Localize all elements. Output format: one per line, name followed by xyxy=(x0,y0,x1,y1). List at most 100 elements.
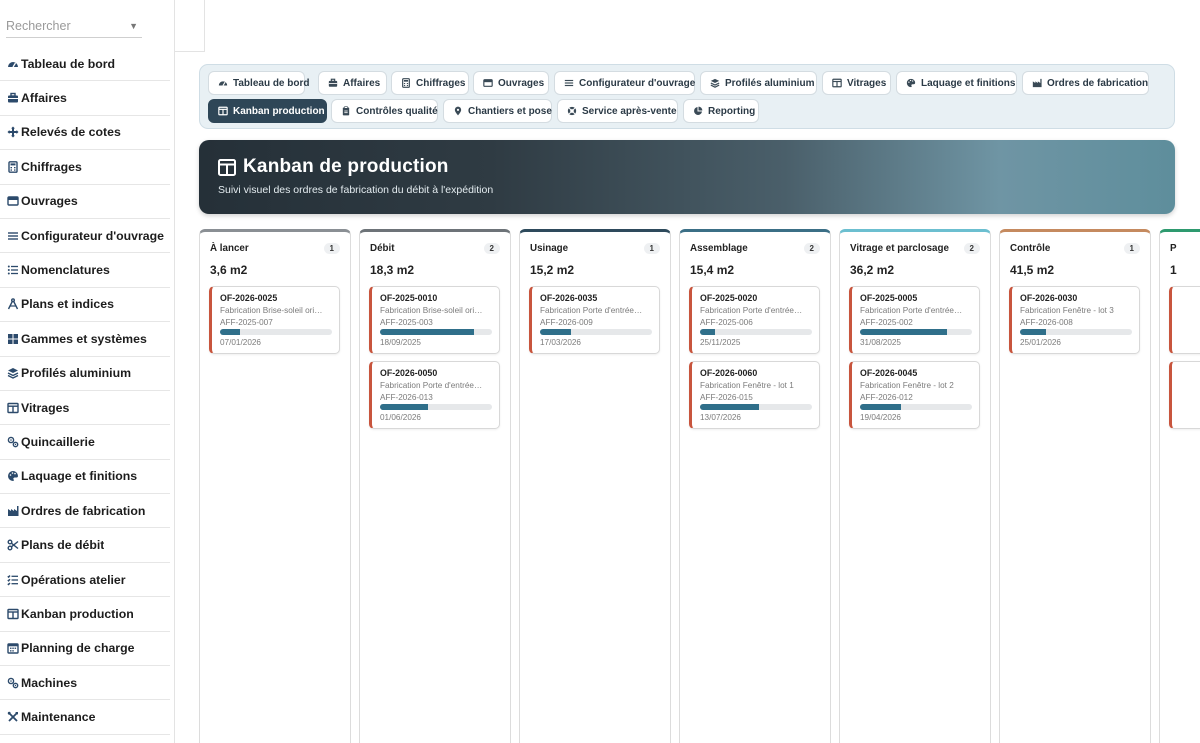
nav-chip-label: Ordres de fabrication xyxy=(1047,77,1149,89)
progress-bar-fill xyxy=(220,329,241,335)
sliders-icon xyxy=(7,231,18,240)
sidebar-item-label: Quincaillerie xyxy=(21,434,95,449)
affaire-reference: AFF-2026-015 xyxy=(700,393,753,402)
sidebar-item-releves-de-cotes[interactable]: Relevés de cotes xyxy=(0,116,170,151)
page-subtitle: Suivi visuel des ordres de fabrication d… xyxy=(218,184,494,196)
gears-icon xyxy=(7,677,18,689)
production-order-card[interactable]: OF-2026-0025 Fabrication Brise-soleil or… xyxy=(209,286,340,354)
production-order-card[interactable] xyxy=(1169,361,1200,429)
nav-chip-ouvrages[interactable]: Ouvrages xyxy=(473,71,549,95)
sidebar-item-label: Plans de débit xyxy=(21,538,105,553)
nav-chip-configurateur-d-ouvrage[interactable]: Configurateur d'ouvrage xyxy=(554,71,695,95)
app-root: Rechercher ▼ Tableau de bord Affaires Re… xyxy=(0,0,1200,743)
nav-chip-chantiers-et-pose[interactable]: Chantiers et pose xyxy=(443,99,552,123)
production-order-card[interactable]: OF-2025-0010 Fabrication Brise-soleil or… xyxy=(369,286,500,354)
column-title: P xyxy=(1170,243,1177,254)
sidebar-item-chiffrages[interactable]: Chiffrages xyxy=(0,150,170,185)
production-order-card[interactable]: OF-2025-0005 Fabrication Porte d'entrée … xyxy=(849,286,980,354)
gauge-icon xyxy=(6,57,19,70)
production-order-card[interactable]: OF-2026-0045 Fabrication Fenêtre - lot 2… xyxy=(849,361,980,429)
progress-bar-fill xyxy=(1020,329,1046,335)
column-count-badge: 1 xyxy=(643,243,660,254)
sidebar-item-planning-de-charge[interactable]: Planning de charge xyxy=(0,632,170,667)
sidebar-item-laquage-et-finitions[interactable]: Laquage et finitions xyxy=(0,460,170,495)
kanban-board: À lancer 1 3,6 m2 OF-2026-0025 Fabricati… xyxy=(199,229,1200,743)
nav-chip-label: Contrôles qualité xyxy=(356,105,438,117)
column-header: À lancer 1 xyxy=(210,243,340,254)
calendar-icon xyxy=(6,643,19,655)
nav-chip-reporting[interactable]: Reporting xyxy=(683,99,759,123)
sidebar-item-label: Profilés aluminium xyxy=(21,366,132,381)
tools-icon xyxy=(7,711,18,722)
nav-chip-ordres-de-fabrication[interactable]: Ordres de fabrication xyxy=(1022,71,1149,95)
kanban-column: Contrôle 1 41,5 m2 OF-2026-0030 Fabricat… xyxy=(999,229,1151,743)
nav-chip-laquage-et-finitions[interactable]: Laquage et finitions xyxy=(896,71,1017,95)
sidebar-item-configurateur-d-ouvrage[interactable]: Configurateur d'ouvrage xyxy=(0,219,170,254)
kanban-column: Vitrage et parclosage 2 36,2 m2 OF-2025-… xyxy=(839,229,991,743)
column-area-total: 36,2 m2 xyxy=(850,263,895,277)
nav-chip-tableau-de-bord[interactable]: Tableau de bord xyxy=(208,71,310,95)
sliders-icon xyxy=(6,229,19,242)
sidebar-item-quincaillerie[interactable]: Quincaillerie xyxy=(0,425,170,460)
sidebar-item-ordres-de-fabrication[interactable]: Ordres de fabrication xyxy=(0,494,170,529)
sidebar-item-machines[interactable]: Machines xyxy=(0,666,170,701)
affaire-reference: AFF-2025-002 xyxy=(860,318,913,327)
column-title: Usinage xyxy=(530,243,569,254)
production-order-card[interactable]: OF-2026-0035 Fabrication Porte d'entrée … xyxy=(529,286,660,354)
due-date: 25/11/2025 xyxy=(700,338,741,347)
nav-chip-kanban-production[interactable]: Kanban production xyxy=(208,99,327,123)
sidebar-item-label: Ordres de fabrication xyxy=(21,503,146,518)
sidebar-item-vitrages[interactable]: Vitrages xyxy=(0,391,170,426)
nav-chip-label: Vitrages xyxy=(847,77,887,89)
lifebuoy-icon xyxy=(567,106,577,116)
order-reference: OF-2025-0010 xyxy=(380,293,438,303)
progress-bar-fill xyxy=(380,329,475,335)
progress-bar xyxy=(1020,329,1132,335)
kanban-icon xyxy=(6,607,19,620)
production-order-card[interactable]: OF-2026-0030 Fabrication Fenêtre - lot 3… xyxy=(1009,286,1140,354)
sidebar-item-plans-de-debit[interactable]: Plans de débit xyxy=(0,528,170,563)
nav-chip-service-apres-vente[interactable]: Service après-vente xyxy=(557,99,678,123)
production-order-card[interactable] xyxy=(1169,286,1200,354)
column-header: Débit 2 xyxy=(370,243,500,254)
production-order-card[interactable]: OF-2026-0060 Fabrication Fenêtre - lot 1… xyxy=(689,361,820,429)
sidebar-item-affaires[interactable]: Affaires xyxy=(0,81,170,116)
glazing-icon xyxy=(6,401,19,414)
sidebar-item-nomenclatures[interactable]: Nomenclatures xyxy=(0,253,170,288)
progress-bar xyxy=(700,404,812,410)
grid-icon xyxy=(7,333,18,344)
scissors-icon xyxy=(6,539,19,552)
gauge-icon xyxy=(218,81,228,86)
calendar-icon xyxy=(6,642,19,655)
column-area-total: 15,2 m2 xyxy=(530,263,575,277)
search-placeholder: Rechercher xyxy=(6,18,71,33)
production-order-card[interactable]: OF-2026-0050 Fabrication Porte d'entrée … xyxy=(369,361,500,429)
nav-chip-affaires[interactable]: Affaires xyxy=(318,71,387,95)
nav-chip-chiffrages[interactable]: Chiffrages xyxy=(391,71,469,95)
sidebar-item-plans-et-indices[interactable]: Plans et indices xyxy=(0,288,170,323)
sidebar-item-tableau-de-bord[interactable]: Tableau de bord xyxy=(0,47,170,82)
order-description: Fabrication Brise-soleil orientable xyxy=(380,306,484,315)
gears-icon xyxy=(7,436,18,448)
progress-bar-fill xyxy=(700,404,760,410)
drafting-icon xyxy=(6,298,19,311)
sidebar-item-gammes-et-systemes[interactable]: Gammes et systèmes xyxy=(0,322,170,357)
briefcase-icon xyxy=(328,78,338,87)
nav-chip-vitrages[interactable]: Vitrages xyxy=(822,71,891,95)
list-icon xyxy=(7,265,18,275)
caret-down-icon[interactable]: ▼ xyxy=(129,21,138,31)
sidebar-item-label: Configurateur d'ouvrage xyxy=(21,228,164,243)
sidebar-item-label: Machines xyxy=(21,675,78,690)
sidebar-item-operations-atelier[interactable]: Opérations atelier xyxy=(0,563,170,598)
nav-chip-controles-qualite[interactable]: Contrôles qualité xyxy=(331,99,438,123)
affaire-reference: AFF-2026-009 xyxy=(540,318,593,327)
sidebar-item-profiles-aluminium[interactable]: Profilés aluminium xyxy=(0,357,170,391)
sidebar-item-kanban-production[interactable]: Kanban production xyxy=(0,597,170,632)
layers-icon xyxy=(710,78,720,88)
sidebar-item-maintenance[interactable]: Maintenance xyxy=(0,700,170,735)
pie-chart-icon xyxy=(694,106,703,115)
search-select[interactable]: Rechercher ▼ xyxy=(6,14,142,38)
nav-chip-profiles-aluminium[interactable]: Profilés aluminium xyxy=(700,71,817,95)
sidebar-item-ouvrages[interactable]: Ouvrages xyxy=(0,185,170,219)
production-order-card[interactable]: OF-2025-0020 Fabrication Porte d'entrée … xyxy=(689,286,820,354)
